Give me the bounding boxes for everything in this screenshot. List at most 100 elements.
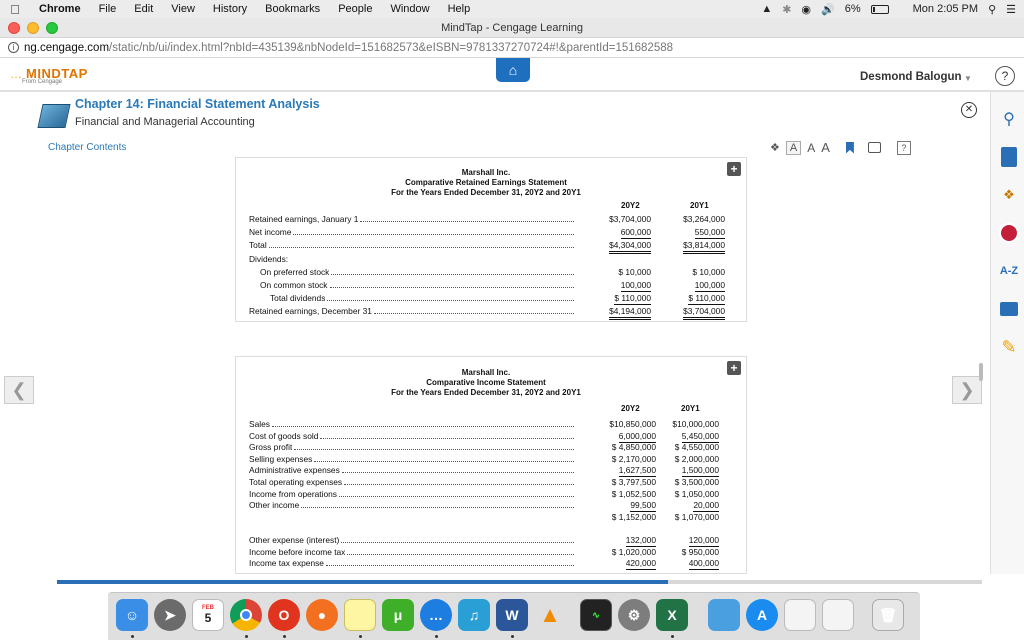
user-menu[interactable]: Desmond Balogun [860,71,962,83]
downloads-folder-icon[interactable] [708,599,740,631]
chevron-down-icon[interactable]: ▼ [964,74,972,83]
value-current-year: 99,500 [630,500,656,513]
mindtap-logo-icon: … [10,66,22,81]
reader-help-button[interactable]: ? [896,140,911,155]
menu-window[interactable]: Window [381,3,438,15]
messages-icon[interactable]: … [420,599,452,631]
read-speaker-icon[interactable]: ❖ [998,184,1020,206]
trash-icon[interactable]: 🗑 [872,599,904,631]
chapter-contents-link[interactable]: Chapter Contents [48,142,126,153]
read-aloud-icon[interactable]: ❖ [770,141,780,154]
statement-row: Income tax expense 420,000 400,000 [249,558,729,571]
leader-dots [314,454,574,462]
battery-percent[interactable]: 6% [845,3,861,15]
menu-file[interactable]: File [90,3,126,15]
menu-app-chrome[interactable]: Chrome [30,3,90,15]
next-page-button[interactable]: ❯ [952,376,982,404]
statement-period: For the Years Ended December 31, 20Y2 an… [391,388,581,397]
search-icon[interactable]: ⚲ [998,108,1020,130]
itunes-icon[interactable]: ♫ [458,599,490,631]
statement-company: Marshall Inc. [461,368,511,377]
reading-progress-bar [57,580,982,584]
highlighter-icon[interactable]: ✎ [998,336,1020,358]
leader-dots [347,547,574,555]
value-prior-year: $ 2,000,000 [674,453,719,464]
bookmark-icon[interactable] [845,141,854,154]
close-icon[interactable]: ✕ [961,102,977,118]
address-bar[interactable]: i ng.cengage.com /static/nb/ui/index.htm… [0,38,1024,58]
menu-view[interactable]: View [162,3,204,15]
value-current-year: $3,704,000 [609,214,651,224]
row-label: On preferred stock [260,266,330,277]
statement-row: Cost of goods sold 6,000,000 5,450,000 [249,430,729,443]
statement-row: Total $4,304,000 $3,814,000 [249,240,729,255]
spotlight-icon[interactable]: ⚲ [988,3,996,16]
previous-page-button[interactable]: ❮ [4,376,34,404]
menu-people[interactable]: People [329,3,381,15]
excel-icon[interactable]: X [656,599,688,631]
bluetooth-icon[interactable]: ✱ [782,3,791,16]
url-path: /static/nb/ui/index.html?nbId=435139&nbN… [109,41,674,54]
wifi-icon[interactable]: ◉ [801,3,811,16]
book-cover-thumbnail [37,104,71,128]
document-preview-icon-2[interactable] [822,599,854,631]
system-preferences-icon[interactable]: ⚙ [618,599,650,631]
value-current-year: $ 1,152,000 [611,511,656,522]
apple-icon[interactable]:  [0,2,30,17]
value-current-year: $4,304,000 [609,240,651,255]
glossary-icon[interactable]: A-Z [998,260,1020,282]
battery-icon[interactable] [870,4,889,14]
leader-dots [341,535,574,543]
site-info-icon[interactable]: i [8,42,19,53]
clock[interactable]: Mon 2:05 PM [913,3,978,15]
firefox-icon[interactable]: ● [306,599,338,631]
finder-icon[interactable]: ☺ [116,599,148,631]
launchpad-icon[interactable]: ➤ [154,599,186,631]
notification-center-icon[interactable]: ☰ [1006,3,1016,16]
running-indicator [511,635,514,638]
print-icon[interactable] [867,142,881,153]
leader-dots [327,293,574,302]
font-size-large[interactable]: A [821,140,830,155]
value-prior-year: 120,000 [688,535,719,547]
notebook-icon[interactable] [998,146,1020,168]
home-button[interactable]: ⌂ [496,58,530,82]
home-icon: ⌂ [508,62,518,78]
value-current-year: $ 110,000 [614,293,651,306]
font-size-medium[interactable]: A [807,141,815,155]
mindtap-logo[interactable]: … MINDTAP From Cengage [10,66,88,85]
income-statement: + Marshall Inc. Comparative Income State… [235,356,747,574]
volume-icon[interactable]: 🔊 [821,3,835,16]
app-store-icon[interactable]: A [746,599,778,631]
row-label: Cost of goods sold [249,430,319,441]
menu-bookmarks[interactable]: Bookmarks [256,3,329,15]
value-current-year: $ 1,020,000 [611,546,656,557]
merriam-webster-icon[interactable] [998,222,1020,244]
row-label: Income tax expense [249,558,324,569]
calendar-icon[interactable]: FEB 5 [192,599,224,631]
value-prior-year: 400,000 [688,558,719,571]
vlc-icon[interactable]: ▲ [534,599,566,631]
chrome-icon[interactable] [230,599,262,631]
word-icon[interactable]: W [496,599,528,631]
value-prior-year: $ 950,000 [681,546,719,557]
activity-monitor-icon[interactable]: ∿ [580,599,612,631]
chevron-right-icon: ❯ [959,380,975,400]
help-button[interactable]: ? [995,66,1015,86]
airplay-icon[interactable]: ▲ [761,3,772,15]
menu-history[interactable]: History [204,3,256,15]
notes-icon[interactable] [344,599,376,631]
reader-toolbar: ❖ A A A ? [770,140,911,155]
row-label: Retained earnings, December 31 [249,306,372,317]
scrollbar-thumb[interactable] [979,363,983,381]
menu-help[interactable]: Help [439,3,480,15]
font-size-small[interactable]: A [785,140,802,155]
statement-row: Total operating expenses $ 3,797,500 $ 3,5… [249,477,729,488]
menu-edit[interactable]: Edit [125,3,162,15]
utorrent-icon[interactable]: μ [382,599,414,631]
flashcards-icon[interactable] [998,298,1020,320]
value-prior-year: $ 3,500,000 [674,477,719,487]
reading-progress-fill [57,580,668,584]
document-preview-icon[interactable] [784,599,816,631]
opera-icon[interactable]: O [268,599,300,631]
